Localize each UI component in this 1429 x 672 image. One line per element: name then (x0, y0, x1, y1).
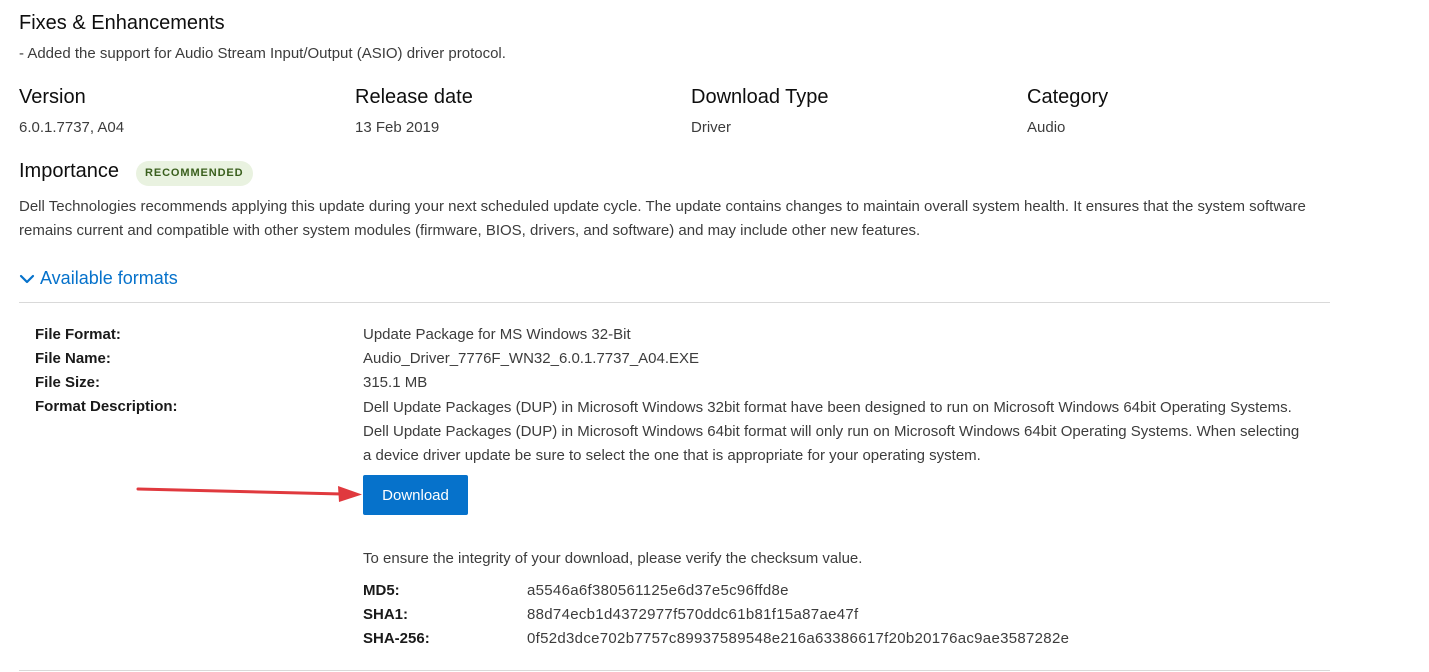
fixes-heading: Fixes & Enhancements (19, 12, 225, 34)
importance-heading: Importance (19, 160, 120, 182)
format-description-value: Dell Update Packages (DUP) in Microsoft … (363, 399, 1300, 464)
available-formats-label: Available formats (40, 268, 178, 288)
file-format-value: Update Package for MS Windows 32-Bit (363, 326, 631, 343)
file-format-label: File Format: (35, 326, 121, 343)
importance-description: Dell Technologies recommends applying th… (19, 198, 1306, 239)
file-size-value: 315.1 MB (363, 374, 428, 391)
download-button[interactable]: Download (363, 475, 468, 515)
chevron-down-icon (19, 274, 35, 283)
annotation-arrow-icon (136, 486, 362, 502)
release-date-value: 13 Feb 2019 (355, 119, 440, 136)
sha256-value: 0f52d3dce702b7757c89937589548e216a633866… (527, 630, 1070, 647)
md5-label: MD5: (363, 582, 400, 599)
recommended-badge: RECOMMENDED (136, 161, 253, 186)
download-type-label: Download Type (691, 86, 829, 108)
file-size-label: File Size: (35, 374, 101, 391)
checksum-note: To ensure the integrity of your download… (363, 550, 863, 567)
sha256-label: SHA-256: (363, 630, 430, 647)
divider-top (19, 302, 1330, 303)
format-description-label: Format Description: (35, 398, 178, 415)
version-value: 6.0.1.7737, A04 (19, 119, 125, 136)
divider-bottom (19, 670, 1330, 671)
md5-value: a5546a6f380561125e6d37e5c96ffd8e (527, 582, 789, 599)
category-label: Category (1027, 86, 1109, 108)
sha1-label: SHA1: (363, 606, 409, 623)
available-formats-toggle[interactable]: Available formats (19, 268, 178, 289)
sha1-value: 88d74ecb1d4372977f570ddc61b81f15a87ae47f (527, 606, 859, 623)
fixes-note: - Added the support for Audio Stream Inp… (19, 45, 506, 62)
file-name-label: File Name: (35, 350, 111, 367)
download-type-value: Driver (691, 119, 731, 136)
release-date-label: Release date (355, 86, 473, 108)
file-name-value: Audio_Driver_7776F_WN32_6.0.1.7737_A04.E… (363, 350, 700, 367)
version-label: Version (19, 86, 86, 108)
category-value: Audio (1027, 119, 1066, 136)
